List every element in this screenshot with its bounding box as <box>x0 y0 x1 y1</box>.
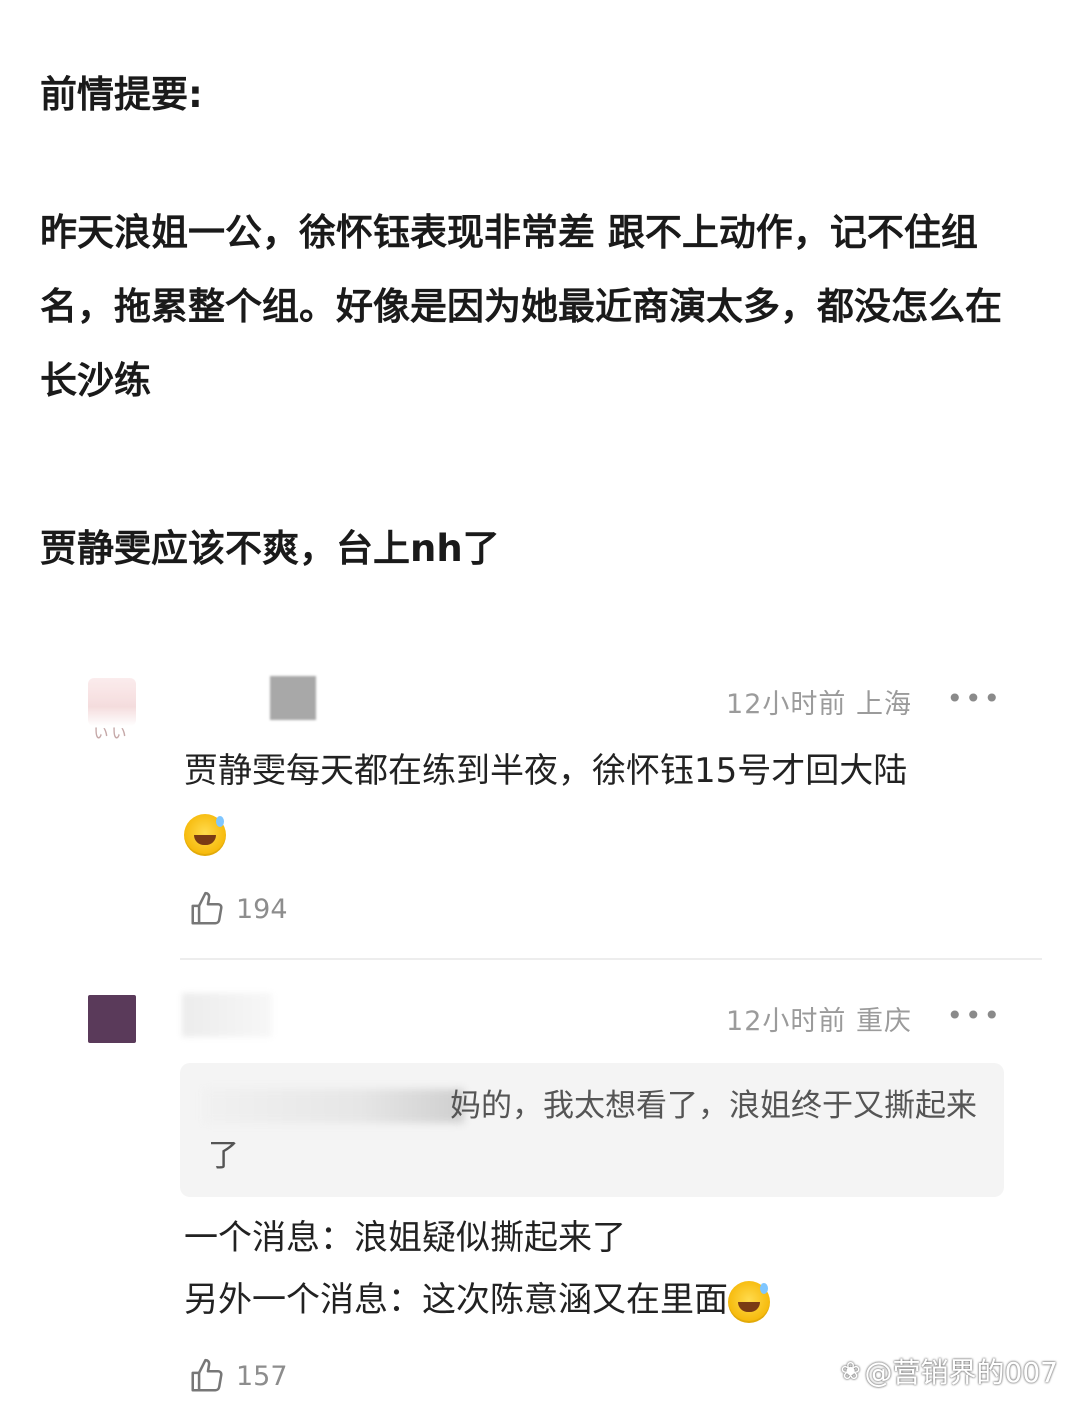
comment-item: ぃぃ 12小时前 上海 ••• 贾静雯每天都在练到半夜，徐怀钰15号才回大陆 1… <box>0 668 1080 958</box>
watermark: ❀ @营销界的007 <box>840 1351 1058 1391</box>
post-body: 前情提要: 昨天浪姐一公，徐怀钰表现非常差 跟不上动作，记不住组名，拖累整个组。… <box>40 60 1040 570</box>
comment-divider <box>180 958 1042 960</box>
comment-text: 一个消息：浪姐疑似撕起来了 另外一个消息：这次陈意涵又在里面 <box>184 1207 1014 1331</box>
avatar[interactable]: ぃぃ <box>88 678 136 743</box>
username-redacted[interactable] <box>270 676 316 720</box>
more-dots-icon[interactable]: ••• <box>946 999 1002 1032</box>
comment-meta: 12小时前 重庆 <box>726 1006 912 1037</box>
quoted-text: 妈的，我太想看了，浪姐终于又撕起来了 <box>208 1088 977 1174</box>
comment-line: 一个消息：浪姐疑似撕起来了 <box>184 1218 626 1258</box>
post-paragraph: 昨天浪姐一公，徐怀钰表现非常差 跟不上动作，记不住组名，拖累整个组。好像是因为她… <box>40 211 1002 402</box>
grinning-sweat-emoji <box>184 813 226 856</box>
comment-text-body: 贾静雯每天都在练到半夜，徐怀钰15号才回大陆 <box>184 751 908 791</box>
comment-item: 12小时前 重庆 ••• 妈的，我太想看了，浪姐终于又撕起来了 一个消息：浪姐疑… <box>0 985 1080 1409</box>
thumbs-up-icon <box>191 1358 223 1392</box>
paw-icon: ❀ <box>840 1357 861 1385</box>
thumbs-up-icon <box>191 891 223 925</box>
like-button[interactable]: 157 <box>188 1357 288 1395</box>
like-count: 194 <box>236 893 288 925</box>
post-title: 前情提要: <box>40 73 203 116</box>
avatar-decoration: ぃぃ <box>92 722 128 743</box>
watermark-text: @营销界的007 <box>864 1356 1058 1389</box>
comment-text: 贾静雯每天都在练到半夜，徐怀钰15号才回大陆 <box>184 740 1014 864</box>
more-dots-icon[interactable]: ••• <box>946 682 1002 715</box>
grinning-sweat-emoji <box>728 1280 770 1323</box>
comment-line: 另外一个消息：这次陈意涵又在里面 <box>184 1280 728 1320</box>
post-paragraph: 贾静雯应该不爽，台上nh了 <box>40 527 500 570</box>
like-button[interactable]: 194 <box>188 890 288 928</box>
like-count: 157 <box>236 1360 288 1392</box>
username-redacted[interactable] <box>182 993 272 1037</box>
quoted-reply[interactable]: 妈的，我太想看了，浪姐终于又撕起来了 <box>180 1063 1004 1197</box>
avatar[interactable] <box>88 995 136 1043</box>
comment-meta: 12小时前 上海 <box>726 689 912 720</box>
